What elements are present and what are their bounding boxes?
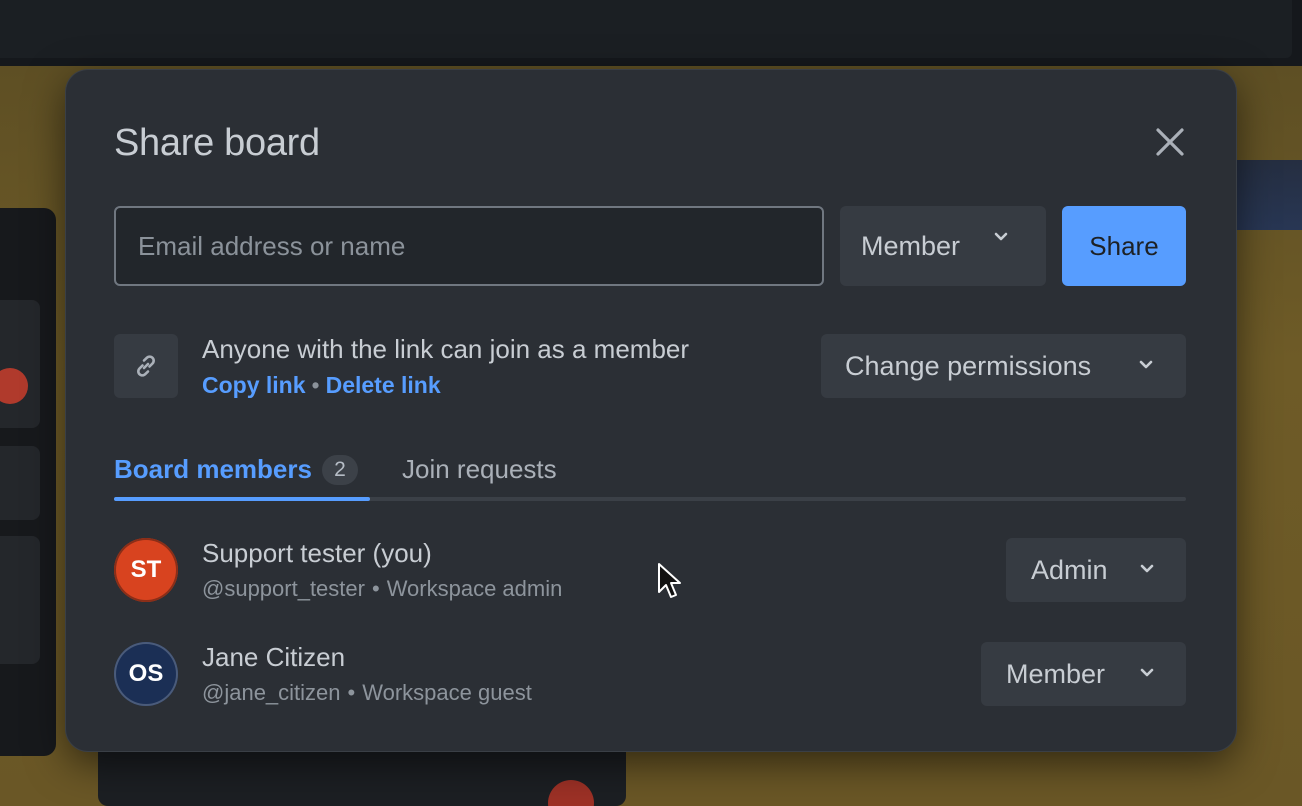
member-row: ST Support tester (you) @support_tester •…: [114, 538, 1186, 606]
member-role-select[interactable]: Member: [981, 642, 1186, 706]
member-meta: @support_tester • Workspace admin: [202, 576, 562, 602]
invite-role-label: Member: [861, 230, 961, 261]
member-role-label: Admin: [1031, 554, 1108, 585]
member-name: Support tester (you): [202, 538, 432, 568]
members-count-badge: 2: [321, 454, 358, 485]
delete-link[interactable]: Delete link: [326, 372, 441, 398]
mouse-cursor-icon: [658, 563, 681, 598]
separator-dot: •: [311, 372, 320, 398]
avatar: OS: [114, 642, 178, 706]
email-input[interactable]: [114, 206, 824, 286]
link-actions: Copy link • Delete link: [202, 372, 441, 399]
chevron-down-icon: [994, 232, 1008, 241]
link-icon-box: [114, 334, 178, 398]
link-description: Anyone with the link can join as a membe…: [202, 334, 690, 364]
tab-join-requests[interactable]: Join requests: [402, 454, 557, 485]
close-button[interactable]: [1150, 122, 1190, 162]
change-permissions-button[interactable]: Change permissions: [821, 334, 1186, 398]
tab-board-members[interactable]: Board members 2: [114, 454, 358, 485]
member-workspace-role: Workspace admin: [386, 576, 563, 601]
member-tabs: Board members 2 Join requests: [114, 450, 1186, 502]
active-tab-indicator: [114, 497, 370, 501]
member-row: OS Jane Citizen @jane_citizen • Workspace …: [114, 642, 1186, 710]
tab-board-members-label: Board members: [114, 454, 312, 484]
separator-dot: •: [347, 680, 356, 705]
top-bar: [0, 0, 1302, 66]
avatar: ST: [114, 538, 178, 602]
chevron-down-icon: [1140, 564, 1154, 573]
invite-role-select[interactable]: Member: [840, 206, 1046, 286]
member-username: @jane_citizen: [202, 680, 341, 705]
background-card: [0, 300, 40, 428]
member-name: Jane Citizen: [202, 642, 346, 672]
change-permissions-label: Change permissions: [845, 350, 1092, 381]
dialog-title: Share board: [114, 122, 320, 164]
share-button[interactable]: Share: [1062, 206, 1186, 286]
top-bar-inner: [0, 0, 1292, 58]
link-icon: [137, 355, 155, 377]
member-username: @support_tester: [202, 576, 365, 601]
close-icon: [1156, 128, 1184, 156]
member-workspace-role: Workspace guest: [362, 680, 532, 705]
chevron-down-icon: [1139, 360, 1153, 369]
background-card: [0, 536, 40, 664]
copy-link[interactable]: Copy link: [202, 372, 306, 398]
separator-dot: •: [371, 576, 380, 601]
member-role-label: Member: [1006, 658, 1106, 689]
background-card: [0, 446, 40, 520]
member-role-select[interactable]: Admin: [1006, 538, 1186, 602]
share-board-dialog: Share board Member Share Anyone with the…: [66, 70, 1236, 751]
chevron-down-icon: [1140, 668, 1154, 677]
member-meta: @jane_citizen • Workspace guest: [202, 680, 532, 706]
